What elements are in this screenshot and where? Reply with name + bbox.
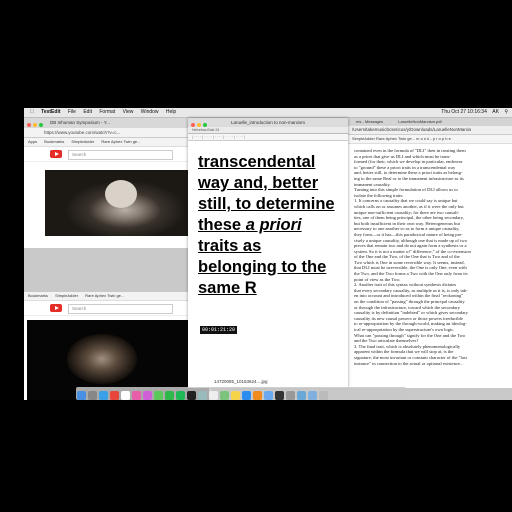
tab-messages[interactable]: ms - Messages <box>356 119 383 124</box>
video-player-top[interactable] <box>45 170 189 236</box>
minimize-button[interactable] <box>197 123 201 127</box>
youtube-logo-icon[interactable] <box>50 150 62 158</box>
search-icon[interactable]: ⚲ <box>504 108 508 117</box>
bookmarks-bar-bottom: Bookmarks SimpleAdder Rare Aphex Twin ge… <box>24 292 212 301</box>
dock <box>76 387 406 400</box>
text-line: belonging to the <box>198 258 327 276</box>
textedit-icon[interactable] <box>209 391 218 400</box>
facetime-icon[interactable] <box>165 391 174 400</box>
documents-icon[interactable] <box>308 391 317 400</box>
pdf-address-bar[interactable]: /Users/takemusicbcsericus/y/Downloads/La… <box>348 126 512 135</box>
user-name[interactable]: AK <box>492 108 499 117</box>
bookmark-simpleadder[interactable]: SimpleAdder <box>71 139 94 144</box>
messages-icon[interactable] <box>154 391 163 400</box>
pdf-window: ms - Messages LaruelleNonMarxism.pdf /Us… <box>348 118 512 388</box>
bookmark-bookmarks[interactable]: Bookmarks <box>28 293 48 298</box>
clock[interactable]: Thu Oct 27 10:16:34 <box>441 108 487 117</box>
bookmark-apps[interactable]: Apps <box>28 139 37 144</box>
mail-icon[interactable] <box>264 391 273 400</box>
browser-tab-bar: DB Inhuman Symposium - Y... <box>24 118 189 128</box>
text-line: way and, better <box>198 174 319 192</box>
document-text[interactable]: transcendental way and, better still, to… <box>198 152 348 299</box>
notes-icon[interactable] <box>231 391 240 400</box>
photos-icon[interactable] <box>132 391 141 400</box>
tab-pdf[interactable]: LaruelleNonMarxism.pdf <box>398 119 441 124</box>
bookmark-aphex[interactable]: Rare Aphex Twin ge... <box>85 293 124 298</box>
zoom-button[interactable] <box>203 123 207 127</box>
window-controls <box>191 121 209 130</box>
close-button[interactable] <box>27 123 31 127</box>
desktop-screen:  TextEdit File Edit Format View Window … <box>24 108 512 400</box>
document-title: Laruelle_introduction to non-marxism <box>230 120 306 125</box>
calendar-icon[interactable] <box>121 391 130 400</box>
minimize-button[interactable] <box>33 123 37 127</box>
menu-format[interactable]: Format <box>99 108 115 117</box>
window-controls <box>27 121 45 131</box>
pdf-tab-bar: ms - Messages LaruelleNonMarxism.pdf <box>348 118 512 126</box>
menu-file[interactable]: File <box>68 108 76 117</box>
textedit-titlebar: Laruelle_introduction to non-marxism <box>188 118 348 127</box>
video-timestamp: 00:01:21:20 <box>200 326 238 334</box>
text-line: traits as <box>198 237 262 255</box>
bookmarks-bar: Apps Bookmarks SimpleAdder Rare Aphex Tw… <box>24 138 189 147</box>
youtube-search-input[interactable]: Search <box>68 304 173 314</box>
itunes-icon[interactable] <box>143 391 152 400</box>
downloads-icon[interactable] <box>297 391 306 400</box>
chrome-icon[interactable] <box>110 391 119 400</box>
pdf-text-line: instance" in connection to the actual or… <box>354 360 464 366</box>
menu-edit[interactable]: Edit <box>83 108 92 117</box>
italic-fragment: a priori <box>245 216 302 234</box>
bookmark-aphex[interactable]: Rare Aphex Twin ge... <box>101 139 140 144</box>
format-toolbar[interactable]: Helvetica Bold 24 <box>188 127 348 134</box>
pdf-bookmarks-bar: SimpleAdder Rare Aphex Twin ge... m o n … <box>348 135 512 144</box>
system-prefs-icon[interactable] <box>286 391 295 400</box>
menu-help[interactable]: Help <box>166 108 176 117</box>
youtube-header-bottom: Search <box>24 301 212 316</box>
text-line: still, to determine <box>198 195 335 213</box>
bookmark-bookmarks[interactable]: Bookmarks <box>44 139 64 144</box>
video-frame <box>67 334 137 384</box>
menu-bar:  TextEdit File Edit Format View Window … <box>24 108 512 118</box>
menu-window[interactable]: Window <box>141 108 159 117</box>
launchpad-icon[interactable] <box>88 391 97 400</box>
safari-icon[interactable] <box>99 391 108 400</box>
dock-file-label: 14720085_10153624....jpg <box>212 379 270 384</box>
app-menu[interactable]: TextEdit <box>41 108 60 117</box>
browser-window-bottom: Bookmarks SimpleAdder Rare Aphex Twin ge… <box>24 292 212 400</box>
trash-icon[interactable] <box>319 391 328 400</box>
pdf-page-text: contained even in the formula of "DLI" t… <box>348 144 512 366</box>
vlc-icon[interactable] <box>253 391 262 400</box>
spotify-icon[interactable] <box>176 391 185 400</box>
zoom-button[interactable] <box>39 123 43 127</box>
menubar-status: Thu Oct 27 10:16:34 AK ⚲ <box>437 108 508 117</box>
youtube-search-input[interactable]: Search <box>68 150 173 160</box>
terminal-icon[interactable] <box>187 391 196 400</box>
apple-icon[interactable]:  <box>30 108 34 117</box>
close-button[interactable] <box>191 123 195 127</box>
youtube-header: Search <box>24 147 189 162</box>
text-line: transcendental <box>198 153 316 171</box>
menu-view[interactable]: View <box>123 108 134 117</box>
ruler: | · · · · | · · · · | · · · · | · · · · … <box>188 134 348 141</box>
preview-icon[interactable] <box>198 391 207 400</box>
youtube-logo-icon[interactable] <box>50 304 62 312</box>
ableton-icon[interactable] <box>275 391 284 400</box>
finder-icon[interactable] <box>77 391 86 400</box>
browser-tab[interactable]: DB Inhuman Symposium - Y... <box>50 120 110 125</box>
text-line: these a priori <box>198 215 348 236</box>
bookmark-simpleadder[interactable]: SimpleAdder <box>55 293 78 298</box>
text-fragment: these <box>198 216 246 234</box>
text-line: same R <box>198 279 257 297</box>
maps-icon[interactable] <box>220 391 229 400</box>
app-store-icon[interactable] <box>242 391 251 400</box>
speaker-head <box>105 180 137 208</box>
address-bar[interactable]: https://www.youtube.com/watch?v=c... <box>24 128 189 138</box>
textedit-window: Laruelle_introduction to non-marxism Hel… <box>188 118 348 388</box>
